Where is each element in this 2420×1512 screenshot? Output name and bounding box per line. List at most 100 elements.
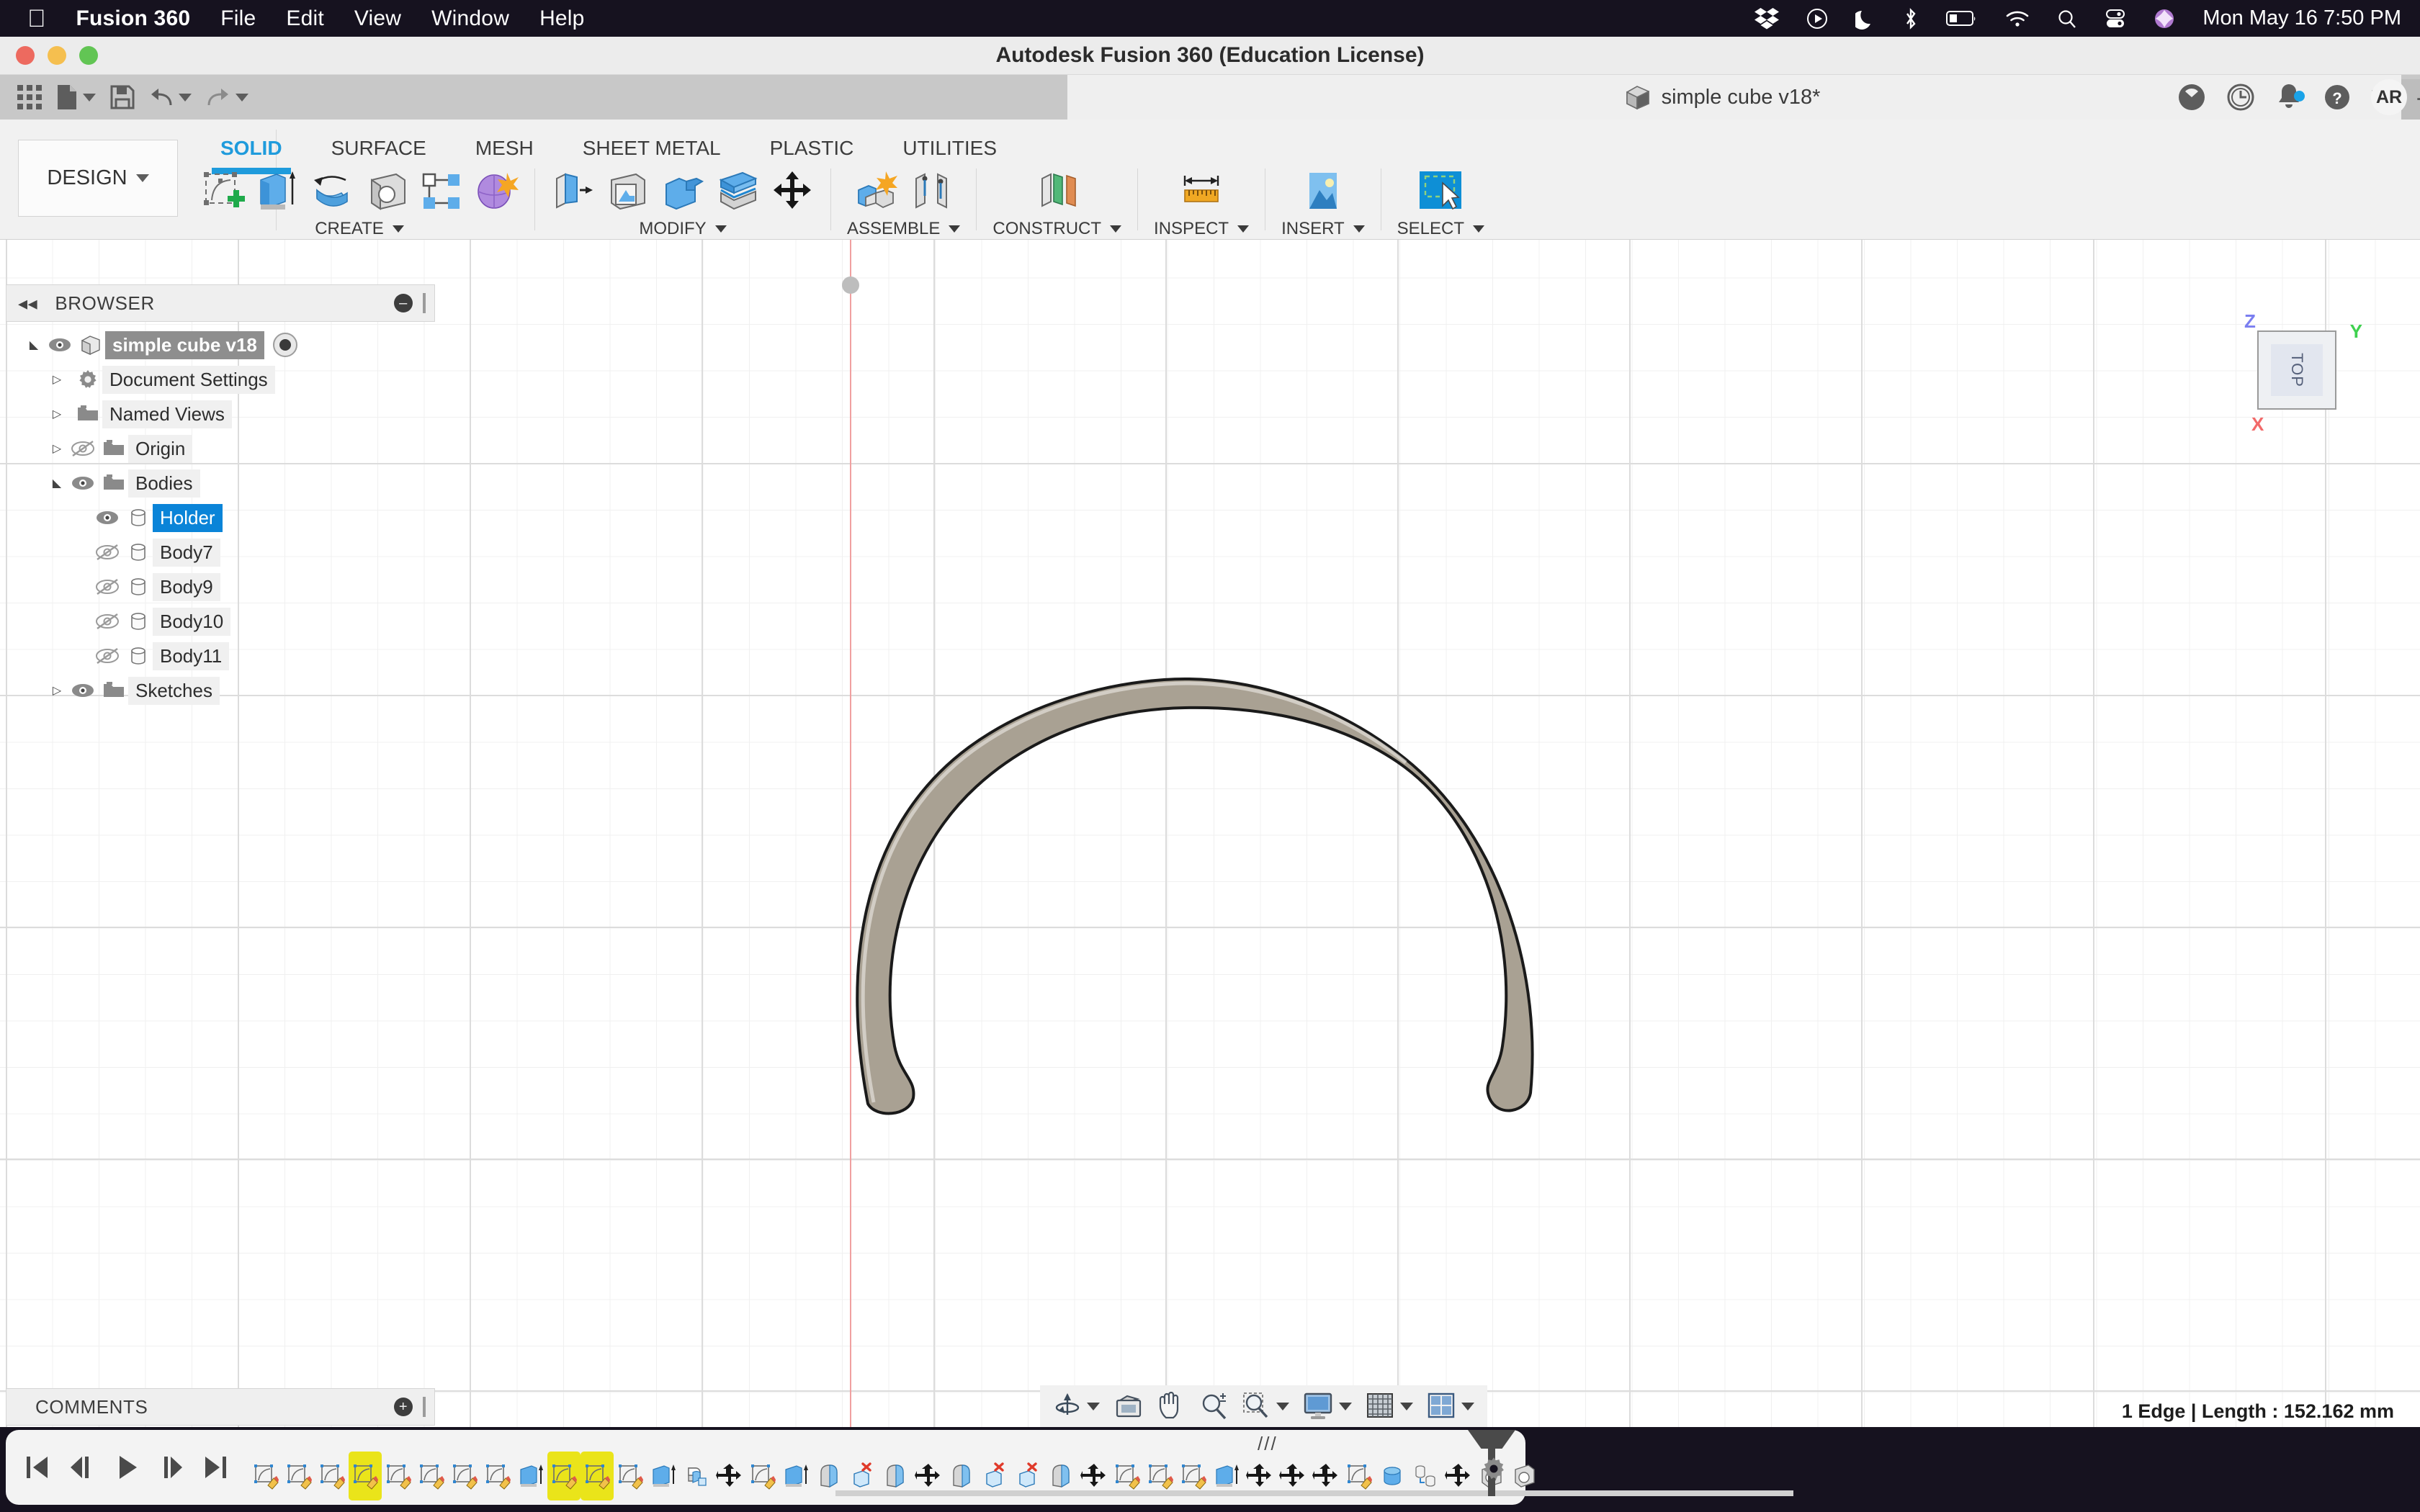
- apple-menu-icon[interactable]: : [27, 6, 46, 31]
- view-cube-face-top[interactable]: TOP: [2257, 330, 2336, 410]
- tab-utilities[interactable]: UTILITIES: [878, 128, 1021, 168]
- ribbon-group-label-construct[interactable]: CONSTRUCT: [992, 219, 1122, 239]
- view-cube[interactable]: TOP Z Y X: [2241, 310, 2362, 435]
- ribbon-group-label-inspect[interactable]: INSPECT: [1154, 219, 1250, 239]
- offset-plane-icon[interactable]: [1035, 168, 1080, 213]
- tree-item-body9[interactable]: Body9: [6, 570, 435, 604]
- tree-item-holder[interactable]: Holder: [6, 500, 435, 535]
- search-icon[interactable]: [2057, 9, 2077, 29]
- joint-icon[interactable]: [909, 168, 954, 213]
- model-body-holder[interactable]: [828, 672, 1592, 1118]
- chevron-down-icon[interactable]: [1087, 1402, 1100, 1410]
- create-form-icon[interactable]: [474, 168, 519, 213]
- chevron-down-icon[interactable]: [1339, 1402, 1352, 1410]
- visibility-eye-hidden-icon[interactable]: [91, 544, 124, 560]
- tree-item-body10[interactable]: Body10: [6, 604, 435, 639]
- look-at-icon[interactable]: [1108, 1385, 1149, 1427]
- menu-item-help[interactable]: Help: [539, 6, 585, 31]
- wifi-icon[interactable]: [2005, 9, 2030, 28]
- timeline-feature-extrude[interactable]: [647, 1452, 680, 1500]
- chevron-down-icon[interactable]: [1276, 1402, 1289, 1410]
- chevron-down-icon[interactable]: [1400, 1402, 1413, 1410]
- help-icon[interactable]: ?: [2322, 82, 2352, 112]
- timeline-feature-sketch[interactable]: [249, 1452, 282, 1500]
- workspace-switcher-button[interactable]: DESIGN: [18, 140, 178, 217]
- ribbon-group-label-create[interactable]: CREATE: [315, 219, 404, 239]
- activate-component-radio[interactable]: [272, 333, 297, 357]
- menu-bar-clock[interactable]: Mon May 16 7:50 PM: [2202, 6, 2401, 30]
- expand-arrow-icon[interactable]: ▷: [48, 683, 66, 698]
- timeline-settings-gear-icon[interactable]: [1481, 1456, 1507, 1482]
- extrude-icon[interactable]: [255, 168, 300, 213]
- timeline-feature-sketch-highlighted[interactable]: [349, 1452, 382, 1500]
- extension-icon[interactable]: [2177, 82, 2207, 112]
- measure-icon[interactable]: [1179, 168, 1224, 213]
- chevron-down-icon[interactable]: [179, 93, 192, 102]
- visibility-eye-icon[interactable]: [66, 683, 99, 698]
- chevron-down-icon[interactable]: [83, 93, 96, 102]
- visibility-eye-icon[interactable]: [91, 510, 124, 526]
- battery-icon[interactable]: [1946, 9, 1978, 28]
- press-pull-icon[interactable]: [551, 168, 596, 213]
- visibility-eye-hidden-icon[interactable]: [91, 648, 124, 664]
- visibility-eye-icon[interactable]: [43, 337, 76, 353]
- play-icon[interactable]: [114, 1453, 140, 1482]
- menu-item-view[interactable]: View: [354, 6, 401, 31]
- notifications-bell-icon[interactable]: [2275, 82, 2305, 112]
- pattern-icon[interactable]: [419, 168, 464, 213]
- collapse-left-icon[interactable]: ◂◂: [18, 292, 37, 315]
- siri-icon[interactable]: [2154, 8, 2175, 30]
- hole-icon[interactable]: [364, 168, 409, 213]
- expand-arrow-icon[interactable]: ▷: [48, 372, 66, 387]
- tab-surface[interactable]: SURFACE: [307, 128, 451, 168]
- menu-item-edit[interactable]: Edit: [286, 6, 324, 31]
- new-component-icon[interactable]: [854, 168, 899, 213]
- redo-icon[interactable]: [199, 75, 256, 120]
- ribbon-group-label-assemble[interactable]: ASSEMBLE: [847, 219, 961, 239]
- timeline-feature-sketch[interactable]: [382, 1452, 415, 1500]
- tree-item-body7[interactable]: Body7: [6, 535, 435, 570]
- job-status-clock-icon[interactable]: [2226, 82, 2256, 112]
- comments-panel[interactable]: COMMENTS +: [6, 1388, 435, 1426]
- chevron-down-icon[interactable]: [1461, 1402, 1474, 1410]
- timeline-feature-sketch-highlighted[interactable]: [547, 1452, 581, 1500]
- combine-icon[interactable]: [660, 168, 705, 213]
- move-copy-icon[interactable]: [770, 168, 815, 213]
- undo-icon[interactable]: [142, 75, 199, 120]
- tree-item-sketches[interactable]: ▷ Sketches: [6, 673, 435, 708]
- tab-plastic[interactable]: PLASTIC: [745, 128, 879, 168]
- visibility-eye-icon[interactable]: [66, 475, 99, 491]
- create-sketch-icon[interactable]: [200, 168, 245, 213]
- jump-to-end-icon[interactable]: [203, 1453, 229, 1482]
- tree-item-document-settings[interactable]: ▷ Document Settings: [6, 362, 435, 397]
- timeline-track[interactable]: [835, 1490, 1793, 1496]
- chevron-down-icon[interactable]: [236, 93, 248, 102]
- revolve-icon[interactable]: [310, 168, 354, 213]
- expand-arrow-icon[interactable]: ◣: [24, 338, 43, 352]
- insert-image-icon[interactable]: [1301, 168, 1345, 213]
- timeline-feature-sketch[interactable]: [746, 1452, 779, 1500]
- offset-face-icon[interactable]: [715, 168, 760, 213]
- file-icon[interactable]: [49, 75, 103, 120]
- panel-resize-grip[interactable]: [423, 1397, 426, 1417]
- step-back-icon[interactable]: [69, 1453, 95, 1482]
- timeline-feature-extrude[interactable]: [779, 1452, 812, 1500]
- tab-sheet-metal[interactable]: SHEET METAL: [558, 128, 745, 168]
- timeline-feature-fillet[interactable]: [680, 1452, 713, 1500]
- visibility-eye-hidden-icon[interactable]: [66, 441, 99, 456]
- timeline-feature-extrude[interactable]: [514, 1452, 547, 1500]
- timeline-feature-sketch[interactable]: [415, 1452, 448, 1500]
- menu-app-name[interactable]: Fusion 360: [76, 6, 191, 31]
- timeline-feature-sketch[interactable]: [481, 1452, 514, 1500]
- zoom-icon[interactable]: [1193, 1385, 1234, 1427]
- tab-solid[interactable]: SOLID: [196, 128, 307, 174]
- pan-icon[interactable]: [1152, 1385, 1191, 1427]
- menu-item-file[interactable]: File: [220, 6, 256, 31]
- expand-arrow-icon[interactable]: ▷: [48, 407, 66, 421]
- save-icon[interactable]: [103, 75, 142, 120]
- ribbon-group-label-select[interactable]: SELECT: [1397, 219, 1485, 239]
- tree-item-bodies[interactable]: ◣ Bodies: [6, 466, 435, 500]
- minimize-panel-icon[interactable]: –: [394, 294, 413, 312]
- user-avatar[interactable]: AR: [2371, 79, 2407, 115]
- timeline-drag-handle-icon[interactable]: ///: [1258, 1433, 1278, 1455]
